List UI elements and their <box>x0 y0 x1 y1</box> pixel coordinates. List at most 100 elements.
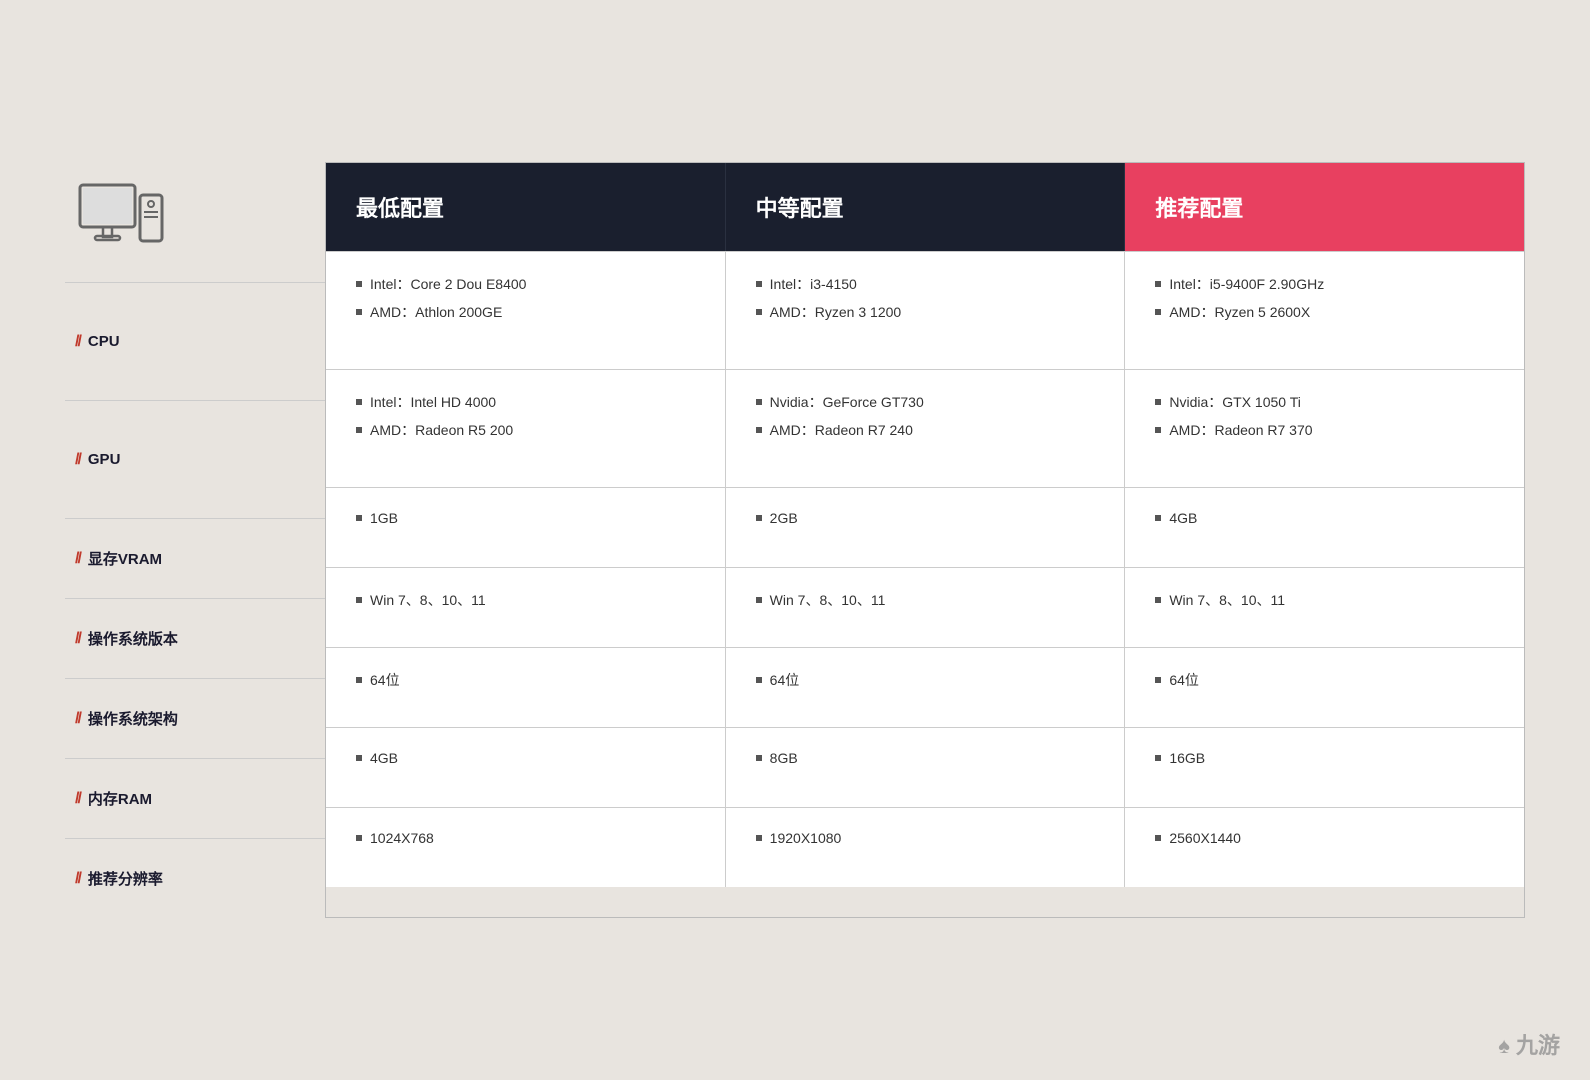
bullet-icon <box>1155 755 1161 761</box>
list-item: 64位 <box>1155 670 1494 690</box>
list-item: Nvidia：GTX 1050 Ti <box>1155 392 1494 412</box>
bullet-icon <box>756 427 762 433</box>
header-mid-config: 中等配置 <box>726 163 1126 251</box>
watermark: ♠ 九游 <box>1498 1028 1560 1060</box>
cell-mid-cpu: Intel：i3-4150 AMD：Ryzen 3 1200 <box>726 252 1126 369</box>
label-text-vram: 显存VRAM <box>88 548 162 569</box>
bullet-icon <box>1155 597 1161 603</box>
bullet-icon <box>356 677 362 683</box>
cell-text: 1GB <box>370 510 398 526</box>
specs-table: 最低配置 中等配置 推荐配置 Intel：Core 2 Dou E8400 AM… <box>325 162 1525 918</box>
cell-text: AMD：Radeon R7 240 <box>770 420 913 440</box>
slash-icon: // <box>75 790 80 808</box>
left-label-column: // CPU // GPU // 显存VRAM // 操作系统版本 // 操作系… <box>65 162 325 918</box>
cell-min-cpu: Intel：Core 2 Dou E8400 AMD：Athlon 200GE <box>326 252 726 369</box>
page-wrapper: // CPU // GPU // 显存VRAM // 操作系统版本 // 操作系… <box>0 0 1590 1080</box>
cell-text: Win 7、8、10、11 <box>770 590 886 610</box>
list-item: AMD：Ryzen 3 1200 <box>756 302 1095 322</box>
list-item: Win 7、8、10、11 <box>756 590 1095 610</box>
label-text-resolution: 推荐分辨率 <box>88 868 163 889</box>
cell-text: 2560X1440 <box>1169 830 1241 846</box>
bullet-icon <box>356 427 362 433</box>
cell-text: 4GB <box>370 750 398 766</box>
table-body: Intel：Core 2 Dou E8400 AMD：Athlon 200GE … <box>326 251 1524 887</box>
bullet-icon <box>756 515 762 521</box>
list-item: AMD：Ryzen 5 2600X <box>1155 302 1494 322</box>
logo-area <box>65 162 325 282</box>
cell-text: AMD：Ryzen 3 1200 <box>770 302 902 322</box>
slash-icon: // <box>75 870 80 888</box>
cell-rec-vram: 4GB <box>1125 488 1524 567</box>
list-item: 4GB <box>356 750 695 766</box>
cell-text: 2GB <box>770 510 798 526</box>
table-row-vram: 1GB 2GB 4GB <box>326 487 1524 567</box>
table-header: 最低配置 中等配置 推荐配置 <box>326 163 1524 251</box>
list-item: Nvidia：GeForce GT730 <box>756 392 1095 412</box>
slash-icon: // <box>75 550 80 568</box>
bullet-icon <box>756 835 762 841</box>
list-item: Intel：Core 2 Dou E8400 <box>356 274 695 294</box>
cell-text: 16GB <box>1169 750 1205 766</box>
list-item: 64位 <box>356 670 695 690</box>
cell-rec-ram: 16GB <box>1125 728 1524 807</box>
cell-mid-vram: 2GB <box>726 488 1126 567</box>
cell-mid-ram: 8GB <box>726 728 1126 807</box>
list-item: Win 7、8、10、11 <box>1155 590 1494 610</box>
cell-text: 1920X1080 <box>770 830 842 846</box>
cell-text: Win 7、8、10、11 <box>1169 590 1285 610</box>
header-min-label: 最低配置 <box>356 191 444 223</box>
cell-rec-resolution: 2560X1440 <box>1125 808 1524 887</box>
bullet-icon <box>356 835 362 841</box>
cell-rec-os-arch: 64位 <box>1125 648 1524 727</box>
cell-rec-os-version: Win 7、8、10、11 <box>1125 568 1524 647</box>
bullet-icon <box>1155 835 1161 841</box>
cell-text: Intel：Intel HD 4000 <box>370 392 496 412</box>
label-text-gpu: GPU <box>88 451 121 468</box>
bullet-icon <box>756 597 762 603</box>
row-label-resolution: // 推荐分辨率 <box>65 838 325 918</box>
header-min-config: 最低配置 <box>326 163 726 251</box>
table-row-cpu: Intel：Core 2 Dou E8400 AMD：Athlon 200GE … <box>326 251 1524 369</box>
cell-min-resolution: 1024X768 <box>326 808 726 887</box>
cell-text: Nvidia：GTX 1050 Ti <box>1169 392 1301 412</box>
bullet-icon <box>756 309 762 315</box>
bullet-icon <box>356 309 362 315</box>
bullet-icon <box>1155 309 1161 315</box>
bullet-icon <box>756 677 762 683</box>
list-item: Win 7、8、10、11 <box>356 590 695 610</box>
header-mid-label: 中等配置 <box>756 191 844 223</box>
cell-text: 64位 <box>1169 670 1199 690</box>
cell-min-os-version: Win 7、8、10、11 <box>326 568 726 647</box>
list-item: 2GB <box>756 510 1095 526</box>
slash-icon: // <box>75 630 80 648</box>
bullet-icon <box>756 755 762 761</box>
label-text-os-arch: 操作系统架构 <box>88 708 178 729</box>
label-text-os-version: 操作系统版本 <box>88 628 178 649</box>
slash-icon: // <box>75 451 80 469</box>
cell-text: Win 7、8、10、11 <box>370 590 486 610</box>
table-row-resolution: 1024X768 1920X1080 2560X1440 <box>326 807 1524 887</box>
cell-mid-gpu: Nvidia：GeForce GT730 AMD：Radeon R7 240 <box>726 370 1126 487</box>
list-item: 1GB <box>356 510 695 526</box>
cell-rec-cpu: Intel：i5-9400F 2.90GHz AMD：Ryzen 5 2600X <box>1125 252 1524 369</box>
cell-min-os-arch: 64位 <box>326 648 726 727</box>
bullet-icon <box>1155 399 1161 405</box>
list-item: AMD：Radeon R5 200 <box>356 420 695 440</box>
row-label-vram: // 显存VRAM <box>65 518 325 598</box>
list-item: 1024X768 <box>356 830 695 846</box>
cell-text: 4GB <box>1169 510 1197 526</box>
cell-text: AMD：Ryzen 5 2600X <box>1169 302 1310 322</box>
cell-text: 64位 <box>770 670 800 690</box>
bullet-icon <box>356 515 362 521</box>
cell-text: Intel：i3-4150 <box>770 274 857 294</box>
bullet-icon <box>356 755 362 761</box>
cell-text: AMD：Radeon R5 200 <box>370 420 513 440</box>
label-text-ram: 内存RAM <box>88 788 152 809</box>
content-area: // CPU // GPU // 显存VRAM // 操作系统版本 // 操作系… <box>65 162 1525 918</box>
list-item: 2560X1440 <box>1155 830 1494 846</box>
bullet-icon <box>1155 427 1161 433</box>
cell-text: Intel：i5-9400F 2.90GHz <box>1169 274 1324 294</box>
row-label-os-version: // 操作系统版本 <box>65 598 325 678</box>
list-item: 8GB <box>756 750 1095 766</box>
row-label-cpu: // CPU <box>65 282 325 400</box>
